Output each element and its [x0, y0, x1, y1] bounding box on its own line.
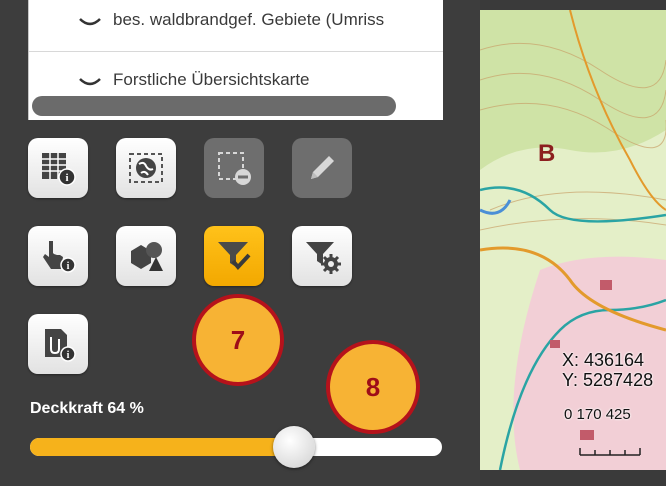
opacity-label: Deckkraft 64 % [30, 400, 144, 417]
step-badge-8: 8 [326, 340, 420, 434]
layer-item-label: bes. waldbrandgef. Gebiete (Umriss [113, 10, 385, 29]
zoom-extent-button[interactable] [116, 138, 176, 198]
svg-text:i: i [67, 350, 70, 361]
filter-check-icon [218, 242, 251, 271]
remove-selection-button[interactable] [204, 138, 264, 198]
table-info-button[interactable]: i [28, 138, 88, 198]
svg-text:i: i [67, 261, 70, 272]
opacity-slider-thumb[interactable] [272, 426, 315, 468]
coordinate-x: X: 436164 [562, 350, 645, 370]
layer-item[interactable]: bes. waldbrandgef. Gebiete (Umriss [29, 0, 443, 52]
geometry-select-button[interactable] [116, 226, 176, 286]
map-view[interactable]: B X: 436164 Y: 5287428 0 170 425 [480, 10, 666, 470]
horizontal-scrollbar[interactable] [32, 96, 396, 116]
remove-selection-icon [218, 152, 251, 185]
step-badge-7: 7 [192, 294, 284, 386]
layer-item-label: Forstliche Übersichtskarte [113, 70, 310, 89]
document-info-icon: i [45, 329, 76, 362]
filter-settings-button[interactable] [292, 226, 352, 286]
topographic-map [480, 10, 666, 470]
document-info-button[interactable]: i [28, 314, 88, 374]
chevron-down-icon[interactable] [79, 78, 101, 88]
identify-button[interactable]: i [28, 226, 88, 286]
coordinate-y: Y: 5287428 [562, 370, 654, 390]
map-label-b: B [538, 140, 556, 167]
svg-text:i: i [65, 172, 68, 184]
scale-bar-label: 0 170 425 [564, 406, 631, 423]
edit-button[interactable] [292, 138, 352, 198]
globe-zoom-icon [129, 153, 163, 183]
opacity-slider-fill [30, 438, 294, 456]
opacity-slider-track[interactable] [30, 438, 442, 456]
pointer-info-icon: i [43, 241, 76, 273]
pencil-icon [311, 156, 334, 179]
shapes-icon [131, 242, 163, 271]
chevron-down-icon[interactable] [79, 18, 101, 28]
filter-apply-button[interactable] [204, 226, 264, 286]
filter-settings-icon [306, 242, 341, 274]
table-info-icon: i [42, 153, 76, 186]
